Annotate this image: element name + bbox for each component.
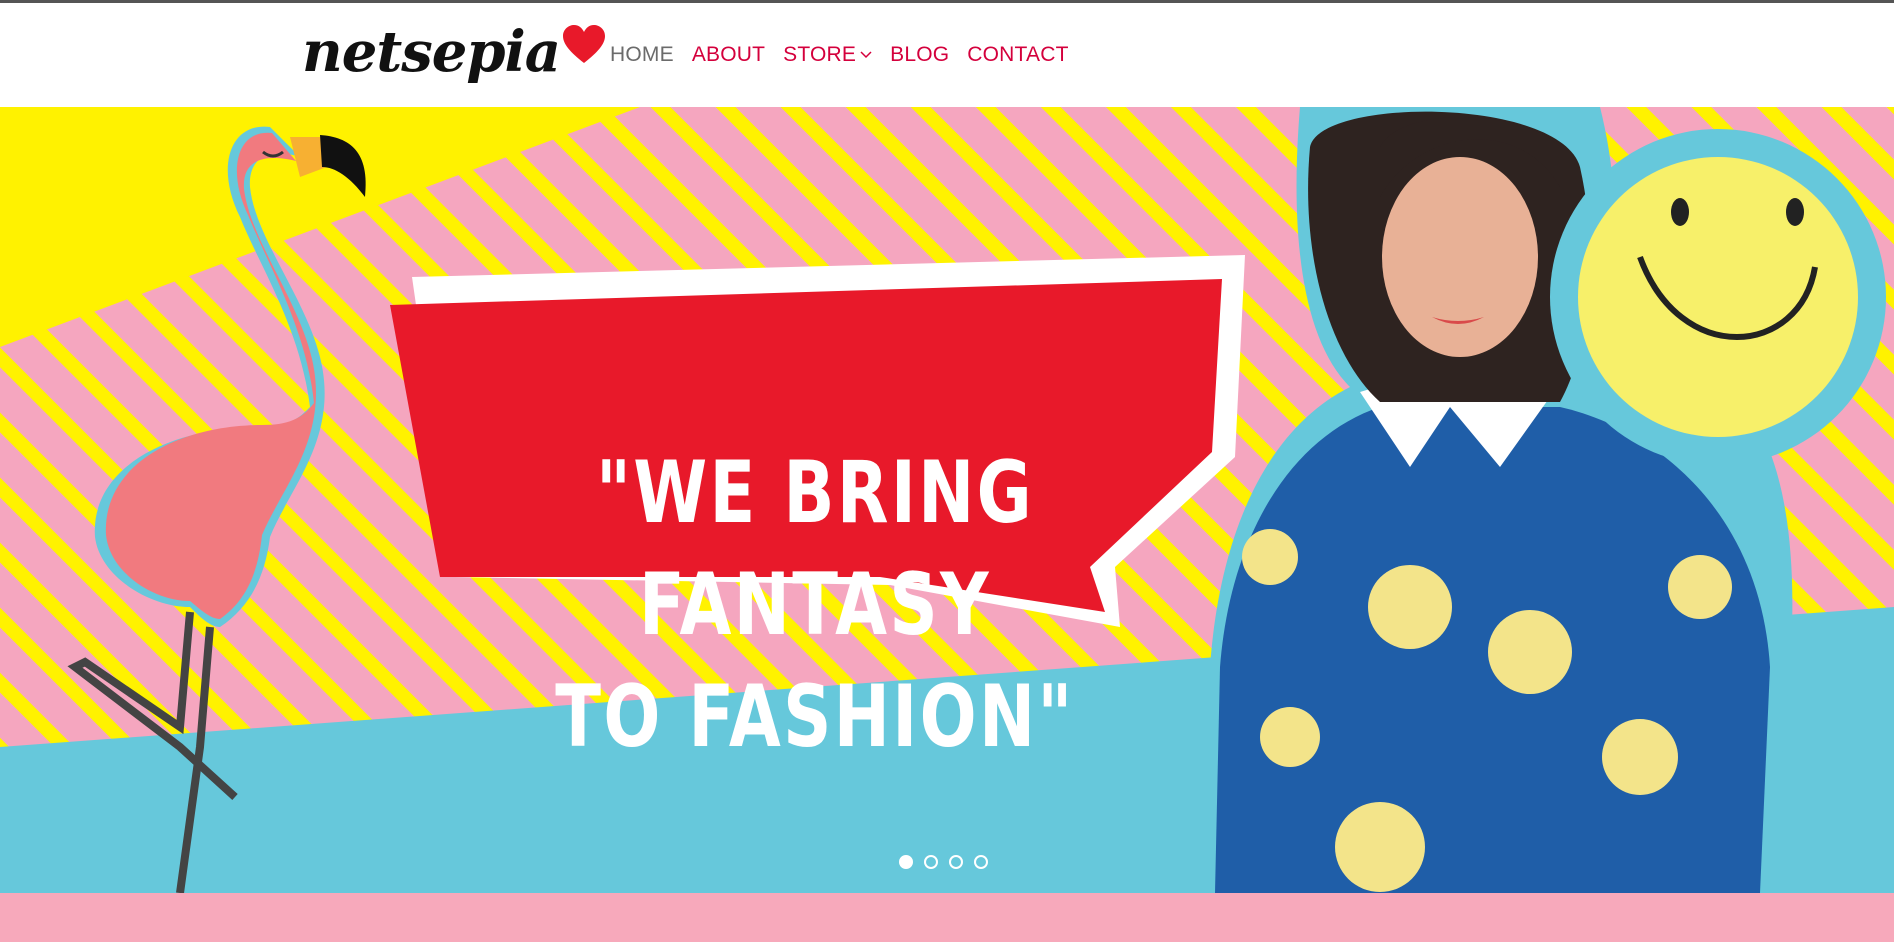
nav-store[interactable]: STORE (783, 43, 872, 67)
slider-dot-2[interactable] (924, 855, 938, 869)
slider-pagination (899, 855, 988, 869)
nav-store-label: STORE (783, 43, 857, 66)
nav-blog[interactable]: BLOG (890, 43, 949, 67)
heart-icon (563, 25, 606, 63)
site-header: netsepia HOME ABOUT STORE BLOG CONTACT (0, 3, 1894, 105)
slider-dot-3[interactable] (949, 855, 963, 869)
main-nav: HOME ABOUT STORE BLOG CONTACT (610, 43, 1087, 67)
nav-contact-label: CONTACT (967, 43, 1069, 66)
nav-about[interactable]: ABOUT (692, 43, 765, 67)
nav-home[interactable]: HOME (610, 43, 674, 67)
nav-contact[interactable]: CONTACT (967, 43, 1068, 67)
slider-dot-1[interactable] (899, 855, 913, 869)
hero-quote-line1: "WE BRING FANTASY (595, 443, 1035, 655)
smiley-balloon (1550, 129, 1886, 465)
slider-dot-4[interactable] (974, 855, 988, 869)
page-section-band (0, 893, 1894, 942)
nav-about-label: ABOUT (691, 43, 766, 66)
chevron-down-icon (860, 51, 872, 59)
nav-blog-label: BLOG (890, 43, 950, 66)
hero-slider[interactable]: "WE BRING FANTASY TO FASHION" (0, 107, 1894, 893)
nav-home-label: HOME (610, 43, 674, 66)
site-logo[interactable]: netsepia (302, 17, 606, 87)
hero-quote-line2: TO FASHION" (555, 667, 1075, 767)
hero-quote: "WE BRING FANTASY TO FASHION" (523, 437, 1108, 773)
logo-text: netsepia (302, 19, 561, 85)
